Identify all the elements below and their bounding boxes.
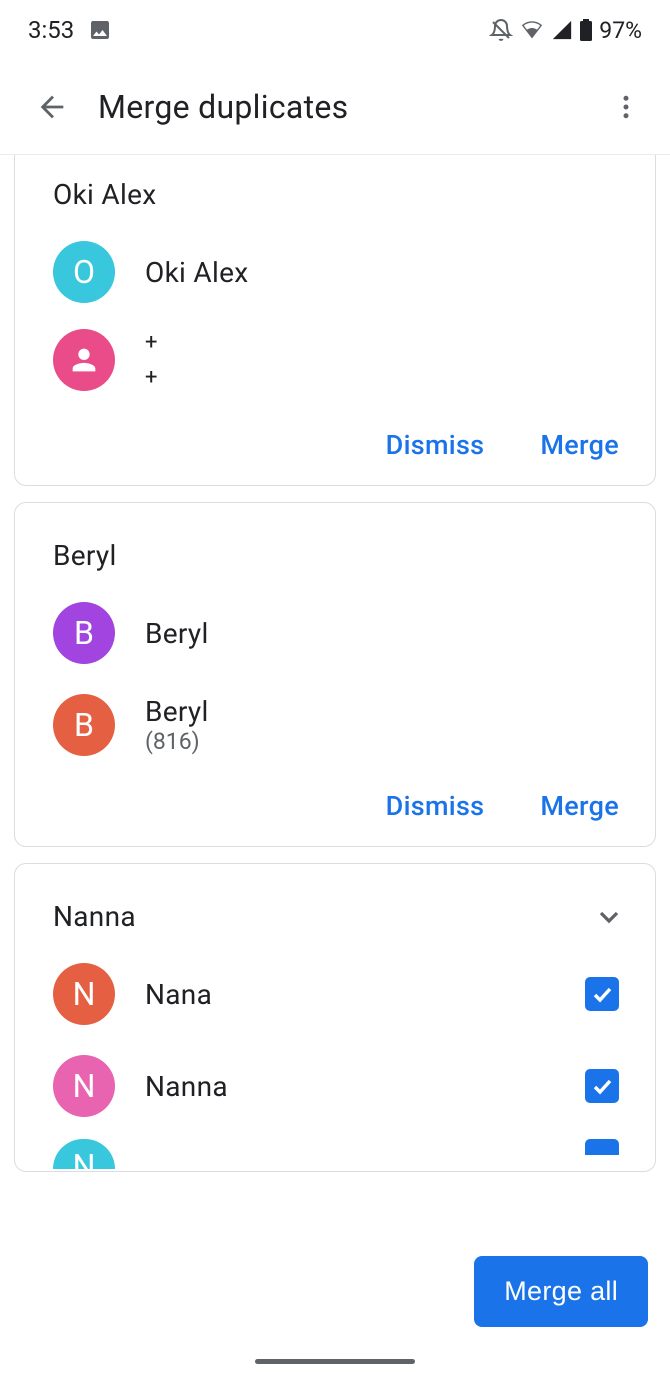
status-time: 3:53 [28,16,74,44]
page-title: Merge duplicates [98,88,602,126]
check-icon [590,1074,614,1098]
avatar: B [53,602,115,664]
dismiss-button[interactable]: Dismiss [386,790,485,822]
contact-row[interactable]: B Beryl [53,602,625,664]
photo-notification-icon [88,18,112,42]
avatar: N [53,1139,115,1169]
person-icon [67,343,101,377]
back-button[interactable] [28,83,76,131]
contact-name: Oki Alex [145,256,625,289]
group-title: Beryl [53,539,117,572]
contact-name: Beryl [145,617,625,650]
contact-name: Nanna [145,1070,555,1103]
contact-detail: (816) [145,728,625,755]
contact-row[interactable]: N [53,1139,625,1171]
contact-checkbox[interactable] [585,977,619,1011]
contact-row[interactable]: N Nanna [53,1055,625,1117]
more-options-button[interactable] [602,83,650,131]
signal-icon [551,19,573,41]
contact-detail: + + [145,325,625,395]
dnd-icon [489,18,513,42]
duplicate-group-card: Oki Alex O Oki Alex + + [14,155,656,486]
chevron-down-icon [593,901,625,933]
status-bar: 3:53 97% [0,0,670,60]
expand-toggle[interactable] [593,901,625,933]
contact-checkbox[interactable] [585,1139,619,1155]
contact-checkbox[interactable] [585,1069,619,1103]
wifi-icon [519,19,545,41]
avatar: N [53,1055,115,1117]
contact-row[interactable]: O Oki Alex [53,241,625,303]
contact-row[interactable]: N Nana [53,963,625,1025]
avatar [53,329,115,391]
avatar: O [53,241,115,303]
contact-name: Beryl [145,695,625,728]
bottom-bar: Merge all [0,1232,670,1378]
merge-button[interactable]: Merge [540,429,619,461]
merge-all-button[interactable]: Merge all [474,1256,648,1327]
battery-icon [579,18,593,42]
contact-row[interactable]: B Beryl (816) [53,694,625,756]
avatar: N [53,963,115,1025]
group-title: Nanna [53,900,136,933]
navigation-handle[interactable] [255,1359,415,1364]
avatar: B [53,694,115,756]
contact-name: Nana [145,978,555,1011]
group-title: Oki Alex [53,178,156,211]
check-icon [590,982,614,1006]
merge-button[interactable]: Merge [540,790,619,822]
app-bar: Merge duplicates [0,60,670,155]
contact-row[interactable]: + + [53,325,625,395]
dismiss-button[interactable]: Dismiss [386,429,485,461]
battery-percent: 97% [599,17,642,44]
duplicate-group-card: Nanna N Nana N [14,863,656,1172]
duplicate-group-card: Beryl B Beryl B Beryl (816) [14,502,656,847]
